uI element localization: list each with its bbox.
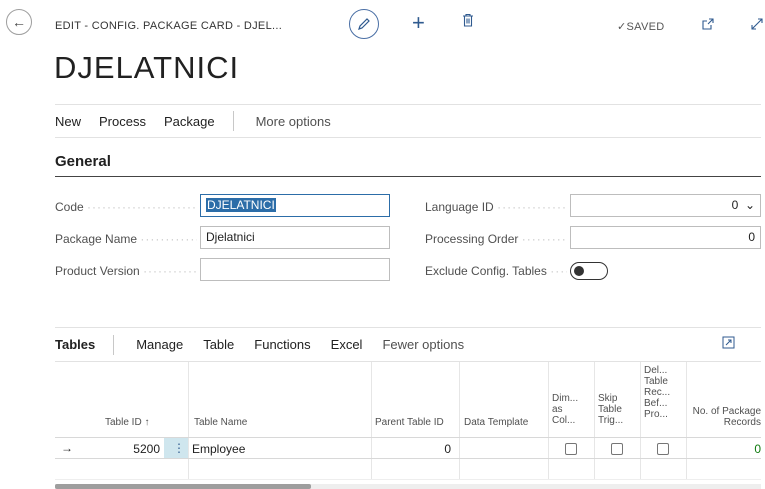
- part-expand-icon[interactable]: [722, 336, 735, 352]
- fewer-options[interactable]: Fewer options: [382, 337, 464, 352]
- saved-label: SAVED: [626, 21, 665, 33]
- cell-table-id[interactable]: 5200: [95, 442, 160, 456]
- exclude-config-tables-toggle[interactable]: [570, 262, 608, 280]
- cell-parent-table-id[interactable]: 0: [375, 442, 451, 456]
- grid-col-divider: [686, 362, 687, 480]
- delete-button[interactable]: [462, 13, 474, 32]
- popout-icon: [702, 18, 714, 30]
- grid-col-divider: [371, 362, 372, 480]
- grid-col-divider: [594, 362, 595, 480]
- tables-title[interactable]: Tables: [55, 337, 95, 352]
- saved-status: ✓SAVED: [617, 20, 665, 33]
- action-process[interactable]: Process: [99, 114, 146, 129]
- cell-del-table-rec-checkbox[interactable]: [657, 443, 669, 455]
- open-new-window-button[interactable]: [701, 17, 715, 36]
- expand-icon: [751, 18, 763, 30]
- tables-action-bar: Tables Manage Table Functions Excel Fewe…: [55, 327, 761, 362]
- row-action-menu[interactable]: ⋮: [164, 438, 188, 458]
- col-header-del-table-rec[interactable]: Del... Table Rec... Bef... Pro...: [644, 365, 674, 420]
- exclude-config-tables-label: Exclude Config. Tables ·················…: [425, 264, 567, 278]
- pencil-icon: [358, 18, 370, 30]
- code-label: Code ··························: [55, 200, 197, 214]
- grid-col-divider: [459, 362, 460, 480]
- header-divider: [55, 437, 761, 438]
- product-version-label: Product Version ························…: [55, 264, 197, 278]
- processing-order-label: Processing Order ·······················…: [425, 232, 567, 246]
- col-header-table-name[interactable]: Table Name: [194, 417, 364, 428]
- cell-table-name[interactable]: Employee: [192, 442, 245, 456]
- row-marker-arrow-icon: →: [61, 441, 73, 455]
- package-name-field[interactable]: Djelatnici: [200, 226, 390, 249]
- product-version-field[interactable]: [200, 258, 390, 281]
- horizontal-scrollbar-thumb[interactable]: [55, 484, 311, 489]
- col-header-data-template[interactable]: Data Template: [464, 417, 546, 428]
- more-options[interactable]: More options: [256, 114, 331, 129]
- tables-action-manage[interactable]: Manage: [136, 337, 183, 352]
- edit-button[interactable]: [349, 9, 379, 39]
- plus-icon: +: [412, 10, 425, 35]
- cell-no-package-records[interactable]: 0: [689, 442, 761, 456]
- add-button[interactable]: +: [412, 12, 425, 34]
- col-header-parent-table-id[interactable]: Parent Table ID: [375, 417, 455, 428]
- row-divider: [55, 479, 761, 480]
- tables-action-table[interactable]: Table: [203, 337, 234, 352]
- grid-col-divider: [188, 362, 189, 480]
- breadcrumb: EDIT - CONFIG. PACKAGE CARD - DJEL...: [55, 20, 283, 32]
- grid-col-divider: [640, 362, 641, 480]
- section-title-general[interactable]: General: [55, 153, 111, 170]
- col-header-skip-table-trig[interactable]: Skip Table Trig...: [598, 393, 628, 426]
- action-bar: New Process Package More options: [55, 104, 761, 138]
- back-button[interactable]: ←: [6, 9, 32, 35]
- col-header-no-package-records[interactable]: No. of Package Records: [689, 406, 761, 428]
- row-divider: [55, 458, 761, 459]
- language-id-field[interactable]: 0 ⌄: [570, 194, 761, 217]
- arrow-left-icon: ←: [12, 14, 26, 30]
- language-id-label: Language ID ··························: [425, 200, 567, 214]
- section-divider: [55, 176, 761, 177]
- processing-order-field[interactable]: 0: [570, 226, 761, 249]
- package-name-label: Package Name ··························: [55, 232, 197, 246]
- action-new[interactable]: New: [55, 114, 81, 129]
- tables-action-excel[interactable]: Excel: [331, 337, 363, 352]
- chevron-down-icon: ⌄: [744, 198, 755, 212]
- action-separator: [232, 111, 234, 131]
- tables-separator: [113, 334, 115, 355]
- action-package[interactable]: Package: [164, 114, 215, 129]
- cell-dim-as-col-checkbox[interactable]: [565, 443, 577, 455]
- trash-icon: [463, 13, 473, 27]
- more-vertical-icon: ⋮: [173, 441, 185, 455]
- tables-action-functions[interactable]: Functions: [254, 337, 310, 352]
- cell-skip-table-trig-checkbox[interactable]: [611, 443, 623, 455]
- col-header-table-id[interactable]: Table ID ↑: [105, 417, 185, 428]
- toggle-knob: [574, 266, 584, 276]
- expand-button[interactable]: [750, 17, 764, 36]
- grid-col-divider: [548, 362, 549, 480]
- check-icon: ✓: [617, 21, 627, 33]
- col-header-dim-as-col[interactable]: Dim... as Col...: [552, 393, 582, 426]
- page-title: DJELATNICI: [54, 50, 240, 85]
- code-field[interactable]: DJELATNICI: [200, 194, 390, 217]
